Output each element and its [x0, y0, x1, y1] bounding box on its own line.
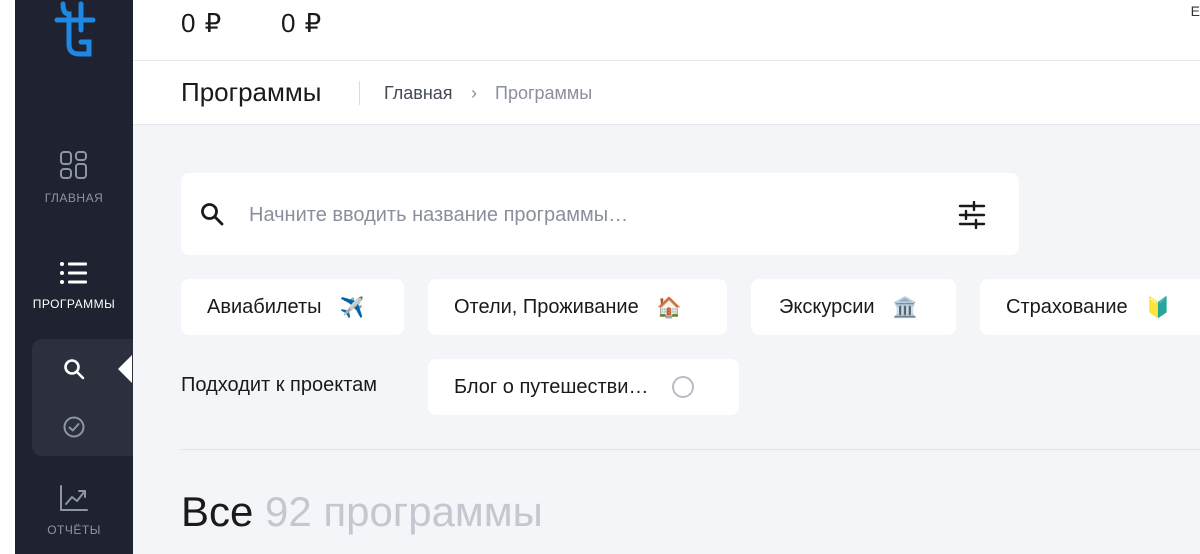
- sidebar-item-reports[interactable]: ОТЧЁТЫ: [15, 484, 133, 537]
- category-label: Страхование: [1006, 295, 1128, 318]
- category-label: Авиабилеты: [207, 295, 322, 318]
- results-heading: Все 92 программы: [181, 488, 543, 536]
- radio-circle-icon[interactable]: [672, 376, 695, 398]
- sidebar: ГЛАВНАЯ ПРОГРАММЫ ОТЧЁТЫ: [15, 0, 133, 554]
- category-label: Экскурсии: [779, 295, 875, 318]
- category-chip-insurance[interactable]: Страхование 🔰: [980, 279, 1200, 335]
- results-count: 92 программы: [265, 488, 543, 535]
- search-input[interactable]: [247, 195, 931, 235]
- search-icon[interactable]: [62, 357, 86, 381]
- category-chip-flights[interactable]: Авиабилеты ✈️: [181, 279, 404, 335]
- category-label: Отели, Проживание: [454, 295, 639, 318]
- section-divider: [181, 449, 1200, 450]
- sidebar-item-label: ПРОГРАММЫ: [32, 297, 116, 311]
- project-select-label: Блог о путешестви…: [454, 375, 649, 398]
- check-circle-icon[interactable]: [62, 415, 86, 439]
- airplane-icon: ✈️: [339, 296, 365, 319]
- dashboard-grid-icon: [60, 151, 87, 179]
- main-content: Авиабилеты ✈️ Отели, Проживание 🏠 Экскур…: [133, 125, 1200, 554]
- category-chip-hotels[interactable]: Отели, Проживание 🏠: [428, 279, 727, 335]
- category-chip-excursions[interactable]: Экскурсии 🏛️: [751, 279, 956, 335]
- header-divider: [359, 81, 360, 105]
- user-menu-truncated[interactable]: Е: [1191, 3, 1200, 19]
- window-edge: [0, 0, 15, 554]
- project-select-chip[interactable]: Блог о путешестви…: [428, 359, 739, 415]
- filter-settings-icon[interactable]: [957, 201, 987, 229]
- museum-icon: 🏛️: [892, 296, 918, 319]
- breadcrumb-home[interactable]: Главная: [384, 83, 453, 104]
- sidebar-item-label: ГЛАВНАЯ: [44, 191, 104, 205]
- sidebar-item-home[interactable]: ГЛАВНАЯ: [15, 150, 133, 205]
- list-icon: [60, 262, 87, 284]
- page-header: Программы Главная › Программы: [133, 61, 1200, 125]
- top-bar: 0 ₽ 0 ₽ Е: [133, 0, 1200, 61]
- breadcrumb-current: Программы: [495, 83, 593, 103]
- app-logo-icon[interactable]: [53, 0, 97, 60]
- sidebar-item-label: ОТЧЁТЫ: [47, 523, 101, 537]
- sidebar-item-programs[interactable]: ПРОГРАММЫ: [15, 260, 133, 311]
- house-icon: 🏠: [656, 296, 682, 319]
- page-title: Программы: [181, 77, 322, 107]
- submenu-pointer: [118, 355, 132, 383]
- shield-badge-icon: 🔰: [1145, 296, 1171, 319]
- chart-trend-icon: [60, 485, 88, 511]
- breadcrumb-separator: ›: [471, 83, 477, 103]
- results-title: Все: [181, 488, 254, 535]
- balance-secondary: 0 ₽: [281, 8, 323, 38]
- balance-primary: 0 ₽: [181, 8, 223, 38]
- search-icon: [201, 203, 224, 226]
- project-filter-label: Подходит к проектам: [181, 374, 378, 396]
- program-search: [181, 173, 1019, 255]
